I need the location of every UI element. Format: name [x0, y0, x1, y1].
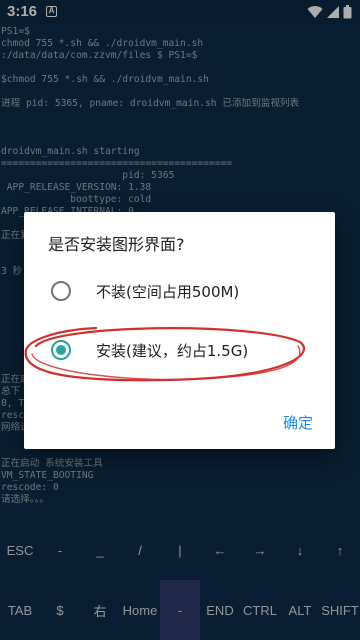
radio-unchecked-icon[interactable] [51, 281, 71, 301]
confirm-button[interactable]: 确定 [283, 412, 313, 433]
option-no-install[interactable]: 不装(空间占用500M) [24, 263, 335, 319]
option-no-install-label: 不装(空间占用500M) [96, 283, 240, 301]
annotation-ellipse [24, 326, 306, 382]
dialog-title: 是否安装图形界面? [48, 235, 185, 254]
